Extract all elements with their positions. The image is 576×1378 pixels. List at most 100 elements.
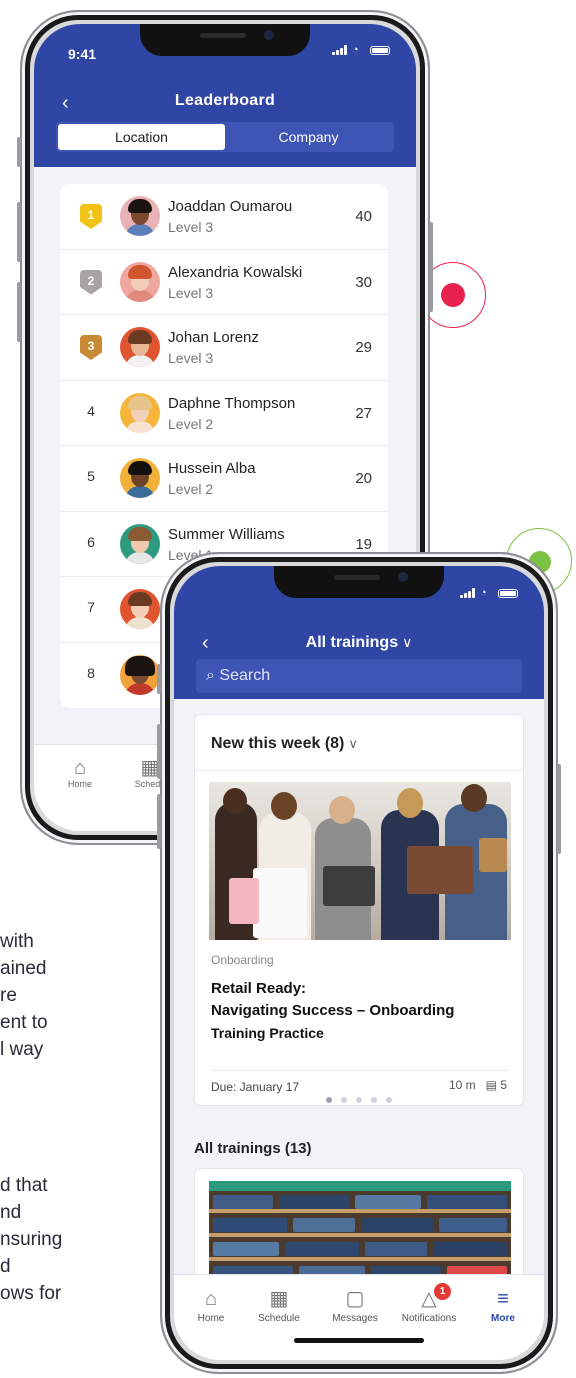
- due-date: Due: January 17: [211, 1080, 300, 1094]
- tab-home[interactable]: ⌂ Home: [50, 757, 110, 789]
- tab-notifications[interactable]: △ 1 Notifications: [394, 1283, 464, 1324]
- user-level: Level 2: [168, 415, 214, 432]
- bg-line: d that: [0, 1175, 48, 1196]
- tab-label: Messages: [332, 1313, 378, 1324]
- divider: [211, 1070, 509, 1071]
- search-placeholder: Search: [219, 667, 271, 684]
- training-meta: 10 m ▤ 5: [449, 1078, 507, 1092]
- user-score: 19: [355, 535, 372, 553]
- notification-count-badge: 1: [434, 1283, 451, 1300]
- tab-label: Schedule: [258, 1313, 300, 1324]
- battery-icon: [498, 588, 518, 598]
- red-accent-dot: [441, 283, 465, 307]
- side-button: [157, 724, 161, 779]
- title-line: Navigating Success – Onboarding: [211, 1002, 455, 1019]
- chevron-down-icon: ∨: [402, 634, 413, 650]
- side-button: [157, 794, 161, 849]
- leaderboard-row[interactable]: 2 Alexandria Kowalski Level 3 30: [60, 250, 388, 315]
- new-this-week-dropdown[interactable]: New this week (8) ∨: [211, 735, 358, 753]
- bg-line: l way: [0, 1039, 44, 1060]
- search-icon: ⌕: [206, 667, 215, 684]
- trainings-filter-dropdown[interactable]: All trainings ∨: [174, 634, 544, 652]
- carousel-pagination: [195, 1097, 523, 1103]
- bg-line: d: [0, 1256, 11, 1277]
- home-indicator: [294, 1338, 424, 1343]
- leaderboard-row[interactable]: 4 Daphne Thompson Level 2 27: [60, 381, 388, 446]
- page-dot[interactable]: [371, 1097, 377, 1103]
- silver-rank-badge: 2: [80, 269, 102, 295]
- status-time: 9:41: [68, 46, 97, 62]
- side-button: [157, 664, 161, 694]
- training-cover-image: [209, 782, 511, 940]
- bg-line: ent to: [0, 1012, 48, 1033]
- gold-rank-badge: 1: [80, 204, 102, 229]
- tab-schedule[interactable]: ▦ Schedule: [244, 1287, 314, 1324]
- avatar: [120, 261, 160, 302]
- rank-number: 5: [87, 468, 95, 484]
- status-icons: ◔: [460, 588, 518, 599]
- divider: [195, 770, 523, 771]
- avatar: [120, 392, 160, 433]
- bg-line: with: [0, 931, 34, 952]
- page-dot[interactable]: [386, 1097, 392, 1103]
- wifi-icon: ◔: [352, 44, 359, 56]
- user-name: Hussein Alba: [168, 460, 256, 477]
- training-card[interactable]: [194, 1168, 524, 1288]
- title-line: Retail Ready:: [211, 980, 307, 997]
- page-dot[interactable]: [341, 1097, 347, 1103]
- background-paragraph-lower: d that nd nsuring d ows for: [0, 1172, 62, 1307]
- side-button: [429, 222, 433, 312]
- trainings-screen: ◔ ‹ All trainings ∨ ⌕ Search New this wee…: [174, 566, 544, 1360]
- side-button: [557, 764, 561, 854]
- tab-messages[interactable]: ▢ Messages: [320, 1287, 390, 1324]
- avatar: [120, 327, 160, 367]
- leaderboard-row[interactable]: 1 Joaddan Oumarou Level 3 40: [60, 184, 388, 250]
- avatar: [120, 196, 160, 236]
- title-line: Training Practice: [211, 1025, 324, 1041]
- main-tab-bar: ⌂ Home ▦ Schedule ▢ Messages △ 1 Notifica…: [174, 1274, 544, 1360]
- segment-location[interactable]: Location: [58, 124, 225, 150]
- all-trainings-heading: All trainings (13): [194, 1140, 312, 1157]
- user-name: Joaddan Oumarou: [168, 198, 293, 215]
- featured-training-card[interactable]: New this week (8) ∨ Onboarding Retail Re…: [194, 714, 524, 1106]
- tab-label: Home: [197, 1313, 225, 1324]
- bg-line: ained: [0, 958, 47, 979]
- avatar: [120, 458, 160, 498]
- user-name: Johan Lorenz: [168, 329, 259, 346]
- page-dot[interactable]: [356, 1097, 362, 1103]
- chat-icon: ▢: [345, 1288, 365, 1310]
- home-icon: ⌂: [73, 757, 87, 779]
- bronze-rank-badge: 3: [80, 335, 102, 360]
- page-dot[interactable]: [326, 1097, 332, 1103]
- user-level: Level 3: [168, 350, 214, 366]
- side-button: [17, 137, 21, 167]
- chevron-down-icon: ∨: [348, 736, 358, 751]
- side-button: [17, 202, 21, 262]
- tab-more[interactable]: ≡ More: [468, 1287, 538, 1324]
- tab-label: More: [491, 1313, 515, 1324]
- lessons-count: ▤ 5: [485, 1078, 507, 1092]
- leaderboard-row[interactable]: 3 Johan Lorenz Level 3 29: [60, 315, 388, 381]
- user-name: Alexandria Kowalski: [168, 263, 303, 281]
- training-cover-image: [209, 1181, 511, 1287]
- tab-home[interactable]: ⌂ Home: [176, 1287, 246, 1324]
- rank-number: 8: [87, 664, 95, 681]
- signal-icon: [332, 45, 347, 55]
- bg-line: nsuring: [0, 1229, 63, 1250]
- rank-number: 4: [87, 402, 95, 419]
- training-title: Retail Ready: Navigating Success – Onboa…: [211, 978, 511, 1044]
- duration: 10 m: [448, 1078, 476, 1092]
- search-input[interactable]: ⌕ Search: [196, 659, 522, 693]
- calendar-icon: ▦: [269, 1288, 289, 1310]
- user-name: Summer Williams: [168, 525, 285, 543]
- notch: [274, 566, 444, 598]
- segment-company[interactable]: Company: [225, 124, 392, 150]
- signal-icon: [460, 588, 475, 598]
- scope-segmented-control: Location Company: [56, 122, 394, 152]
- leaderboard-row[interactable]: 5 Hussein Alba Level 2 20: [60, 446, 388, 512]
- bg-line: nd: [0, 1202, 22, 1223]
- background-paragraph-upper: with ained re ent to l way: [0, 928, 48, 1063]
- page-title: All trainings: [305, 634, 399, 651]
- tab-label: Notifications: [401, 1313, 457, 1324]
- user-score: 20: [355, 470, 372, 487]
